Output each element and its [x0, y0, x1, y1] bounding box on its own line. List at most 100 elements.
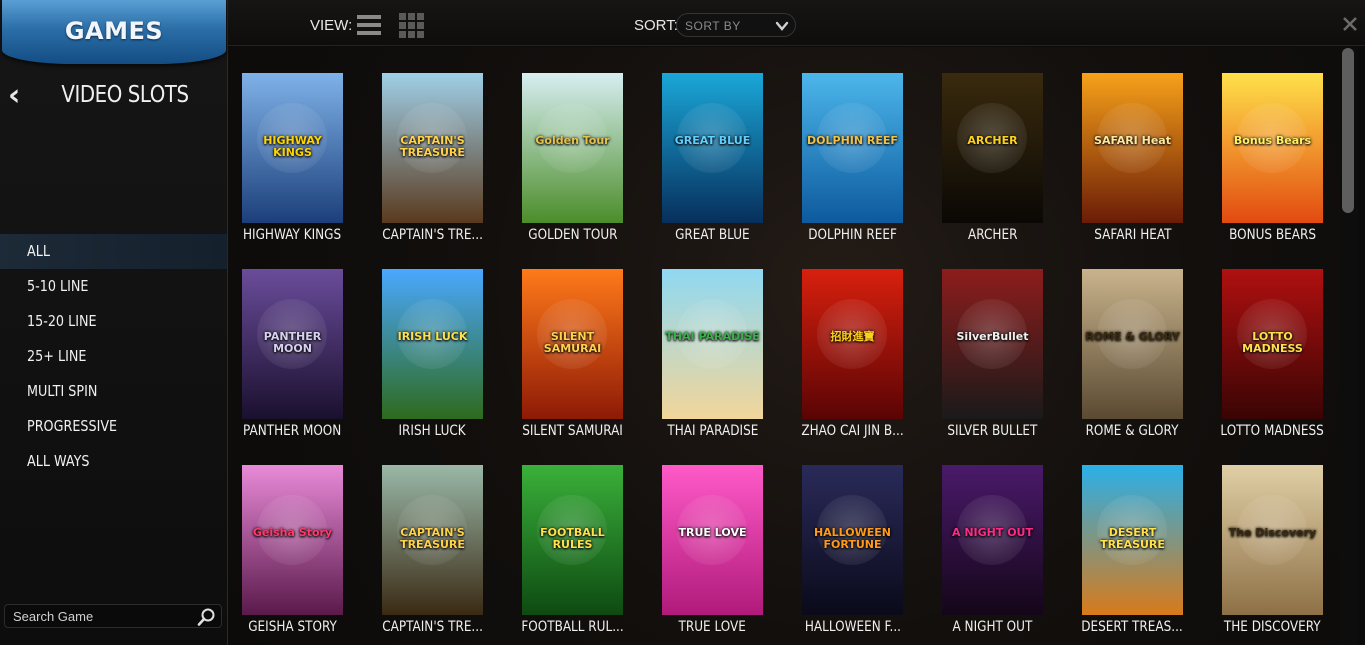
game-tile[interactable]: FOOTBALL RULES FOOTBALL RUL...	[521, 465, 662, 645]
scrollbar-thumb[interactable]	[1342, 48, 1354, 213]
game-thumbnail[interactable]: ARCHER	[942, 73, 1043, 223]
game-title[interactable]: ZHAO CAI JIN B...	[782, 423, 923, 439]
game-tile[interactable]: CAPTAIN'S TREASURE CAPTAIN'S TRE...	[382, 73, 522, 253]
game-logo-text: HIGHWAY KINGS	[263, 134, 322, 159]
filter-25-plus-line[interactable]: 25+ LINE	[0, 339, 227, 374]
game-tile[interactable]: Geisha Story GEISHA STORY	[242, 465, 382, 645]
game-title-text: GEISHA STORY	[248, 619, 337, 635]
game-tile[interactable]: ARCHER ARCHER	[942, 73, 1082, 253]
game-thumbnail[interactable]: 招財進寶	[802, 269, 903, 419]
close-icon[interactable]	[1341, 15, 1359, 33]
game-tile[interactable]: SAFARI Heat SAFARI HEAT	[1082, 73, 1222, 253]
game-tile[interactable]: THAI PARADISE THAI PARADISE	[662, 269, 802, 449]
game-tile[interactable]: CAPTAIN'S TREASURE CAPTAIN'S TRE...	[382, 465, 522, 645]
game-thumbnail[interactable]: TRUE LOVE	[662, 465, 763, 615]
game-tile[interactable]: Bonus Bears BONUS BEARS	[1222, 73, 1340, 253]
game-thumbnail[interactable]: PANTHER MOON	[242, 269, 343, 419]
filter-progressive[interactable]: PROGRESSIVE	[0, 409, 227, 444]
game-title[interactable]: BONUS BEARS	[1202, 227, 1340, 243]
game-thumbnail[interactable]: Bonus Bears	[1222, 73, 1323, 223]
game-tile[interactable]: A NIGHT OUT A NIGHT OUT	[942, 465, 1082, 645]
filter-all-ways[interactable]: ALL WAYS	[0, 444, 227, 479]
game-title[interactable]: ROME & GLORY	[1062, 423, 1203, 439]
filter-label: 5-10 LINE	[27, 277, 89, 295]
game-tile[interactable]: SILENT SAMURAI SILENT SAMURAI	[522, 269, 662, 449]
game-title[interactable]: CAPTAIN'S TRE...	[362, 619, 503, 635]
game-thumbnail[interactable]: THAI PARADISE	[662, 269, 763, 419]
game-title-text: PANTHER MOON	[243, 423, 342, 439]
search-input[interactable]	[13, 608, 193, 625]
game-thumbnail[interactable]: DESERT TREASURE	[1082, 465, 1183, 615]
game-logo-text: Geisha Story	[252, 526, 333, 539]
filter-15-20-line[interactable]: 15-20 LINE	[0, 304, 227, 339]
game-tile[interactable]: SilverBullet SILVER BULLET	[942, 269, 1082, 449]
game-title[interactable]: FOOTBALL RUL...	[502, 619, 643, 635]
filter-multi-spin[interactable]: MULTI SPIN	[0, 374, 227, 409]
filter-label: MULTI SPIN	[27, 382, 98, 400]
game-thumbnail[interactable]: IRISH LUCK	[382, 269, 483, 419]
game-thumbnail[interactable]: HALLOWEEN FORTUNE	[802, 465, 903, 615]
game-thumbnail[interactable]: DOLPHIN REEF	[802, 73, 903, 223]
game-tile[interactable]: DOLPHIN REEF DOLPHIN REEF	[802, 73, 942, 253]
game-thumbnail[interactable]: SilverBullet	[942, 269, 1043, 419]
game-thumbnail[interactable]: Golden Tour	[522, 73, 623, 223]
filter-label: ALL	[27, 242, 50, 260]
game-thumbnail[interactable]: SAFARI Heat	[1082, 73, 1183, 223]
game-title[interactable]: A NIGHT OUT	[922, 619, 1063, 635]
game-title[interactable]: IRISH LUCK	[362, 423, 503, 439]
game-tile[interactable]: IRISH LUCK IRISH LUCK	[382, 269, 522, 449]
filter-5-10-line[interactable]: 5-10 LINE	[0, 269, 227, 304]
search-icon[interactable]	[196, 606, 218, 628]
game-title[interactable]: GREAT BLUE	[642, 227, 783, 243]
sort-dropdown[interactable]: SORT BY	[676, 13, 796, 37]
game-tile[interactable]: TRUE LOVE TRUE LOVE	[662, 465, 802, 645]
game-title[interactable]: GOLDEN TOUR	[502, 227, 643, 243]
game-thumbnail[interactable]: HIGHWAY KINGS	[242, 73, 343, 223]
game-tile[interactable]: PANTHER MOON PANTHER MOON	[242, 269, 382, 449]
game-thumbnail[interactable]: Geisha Story	[242, 465, 343, 615]
game-tile[interactable]: HIGHWAY KINGS HIGHWAY KINGS	[242, 73, 382, 253]
game-thumbnail[interactable]: ROME & GLORY	[1082, 269, 1183, 419]
game-title[interactable]: GEISHA STORY	[228, 619, 363, 635]
game-tile[interactable]: LOTTO MADNESS LOTTO MADNESS	[1221, 269, 1340, 449]
game-thumbnail[interactable]: LOTTO MADNESS	[1222, 269, 1323, 419]
game-title[interactable]: SAFARI HEAT	[1062, 227, 1203, 243]
game-logo-text: CAPTAIN'S TREASURE	[400, 134, 465, 159]
list-view-icon[interactable]	[356, 12, 382, 38]
grid-view-icon[interactable]	[398, 12, 424, 38]
game-title[interactable]: CAPTAIN'S TRE...	[362, 227, 503, 243]
game-thumbnail[interactable]: GREAT BLUE	[662, 73, 763, 223]
game-tile[interactable]: DESERT TREASURE DESERT TREAS...	[1082, 465, 1222, 645]
game-title-text: TRUE LOVE	[678, 619, 747, 635]
chevron-left-icon[interactable]: ‹	[8, 81, 30, 111]
game-title[interactable]: THE DISCOVERY	[1202, 619, 1340, 635]
game-title[interactable]: DESERT TREAS...	[1062, 619, 1203, 635]
game-title[interactable]: PANTHER MOON	[228, 423, 363, 439]
game-thumbnail[interactable]: The Discovery	[1222, 465, 1323, 615]
game-thumbnail[interactable]: CAPTAIN'S TREASURE	[382, 465, 483, 615]
game-title[interactable]: THAI PARADISE	[642, 423, 783, 439]
game-logo-text: ARCHER	[967, 134, 1018, 147]
game-title[interactable]: SILENT SAMURAI	[502, 423, 643, 439]
game-thumbnail[interactable]: CAPTAIN'S TREASURE	[382, 73, 483, 223]
game-title[interactable]: SILVER BULLET	[922, 423, 1063, 439]
game-title[interactable]: HIGHWAY KINGS	[228, 227, 363, 243]
game-thumbnail[interactable]: A NIGHT OUT	[942, 465, 1043, 615]
game-thumbnail[interactable]: SILENT SAMURAI	[522, 269, 623, 419]
filter-all[interactable]: ALL	[0, 234, 227, 269]
game-title[interactable]: DOLPHIN REEF	[782, 227, 923, 243]
game-title-text: DESERT TREAS...	[1081, 619, 1184, 635]
game-tile[interactable]: GREAT BLUE GREAT BLUE	[662, 73, 802, 253]
game-thumbnail[interactable]: FOOTBALL RULES	[522, 465, 623, 615]
games-header[interactable]: GAMES	[2, 0, 226, 64]
game-tile[interactable]: The Discovery THE DISCOVERY	[1222, 465, 1340, 645]
game-tile[interactable]: 招財進寶 ZHAO CAI JIN B...	[801, 269, 942, 449]
game-tile[interactable]: HALLOWEEN FORTUNE HALLOWEEN F...	[802, 465, 942, 645]
game-title[interactable]: LOTTO MADNESS	[1202, 423, 1340, 439]
game-tile[interactable]: ROME & GLORY ROME & GLORY	[1082, 269, 1222, 449]
game-title[interactable]: HALLOWEEN F...	[782, 619, 923, 635]
game-tile[interactable]: Golden Tour GOLDEN TOUR	[522, 73, 662, 253]
game-title[interactable]: TRUE LOVE	[642, 619, 783, 635]
category-title: VIDEO SLOTS	[61, 82, 189, 108]
game-title[interactable]: ARCHER	[922, 227, 1063, 243]
